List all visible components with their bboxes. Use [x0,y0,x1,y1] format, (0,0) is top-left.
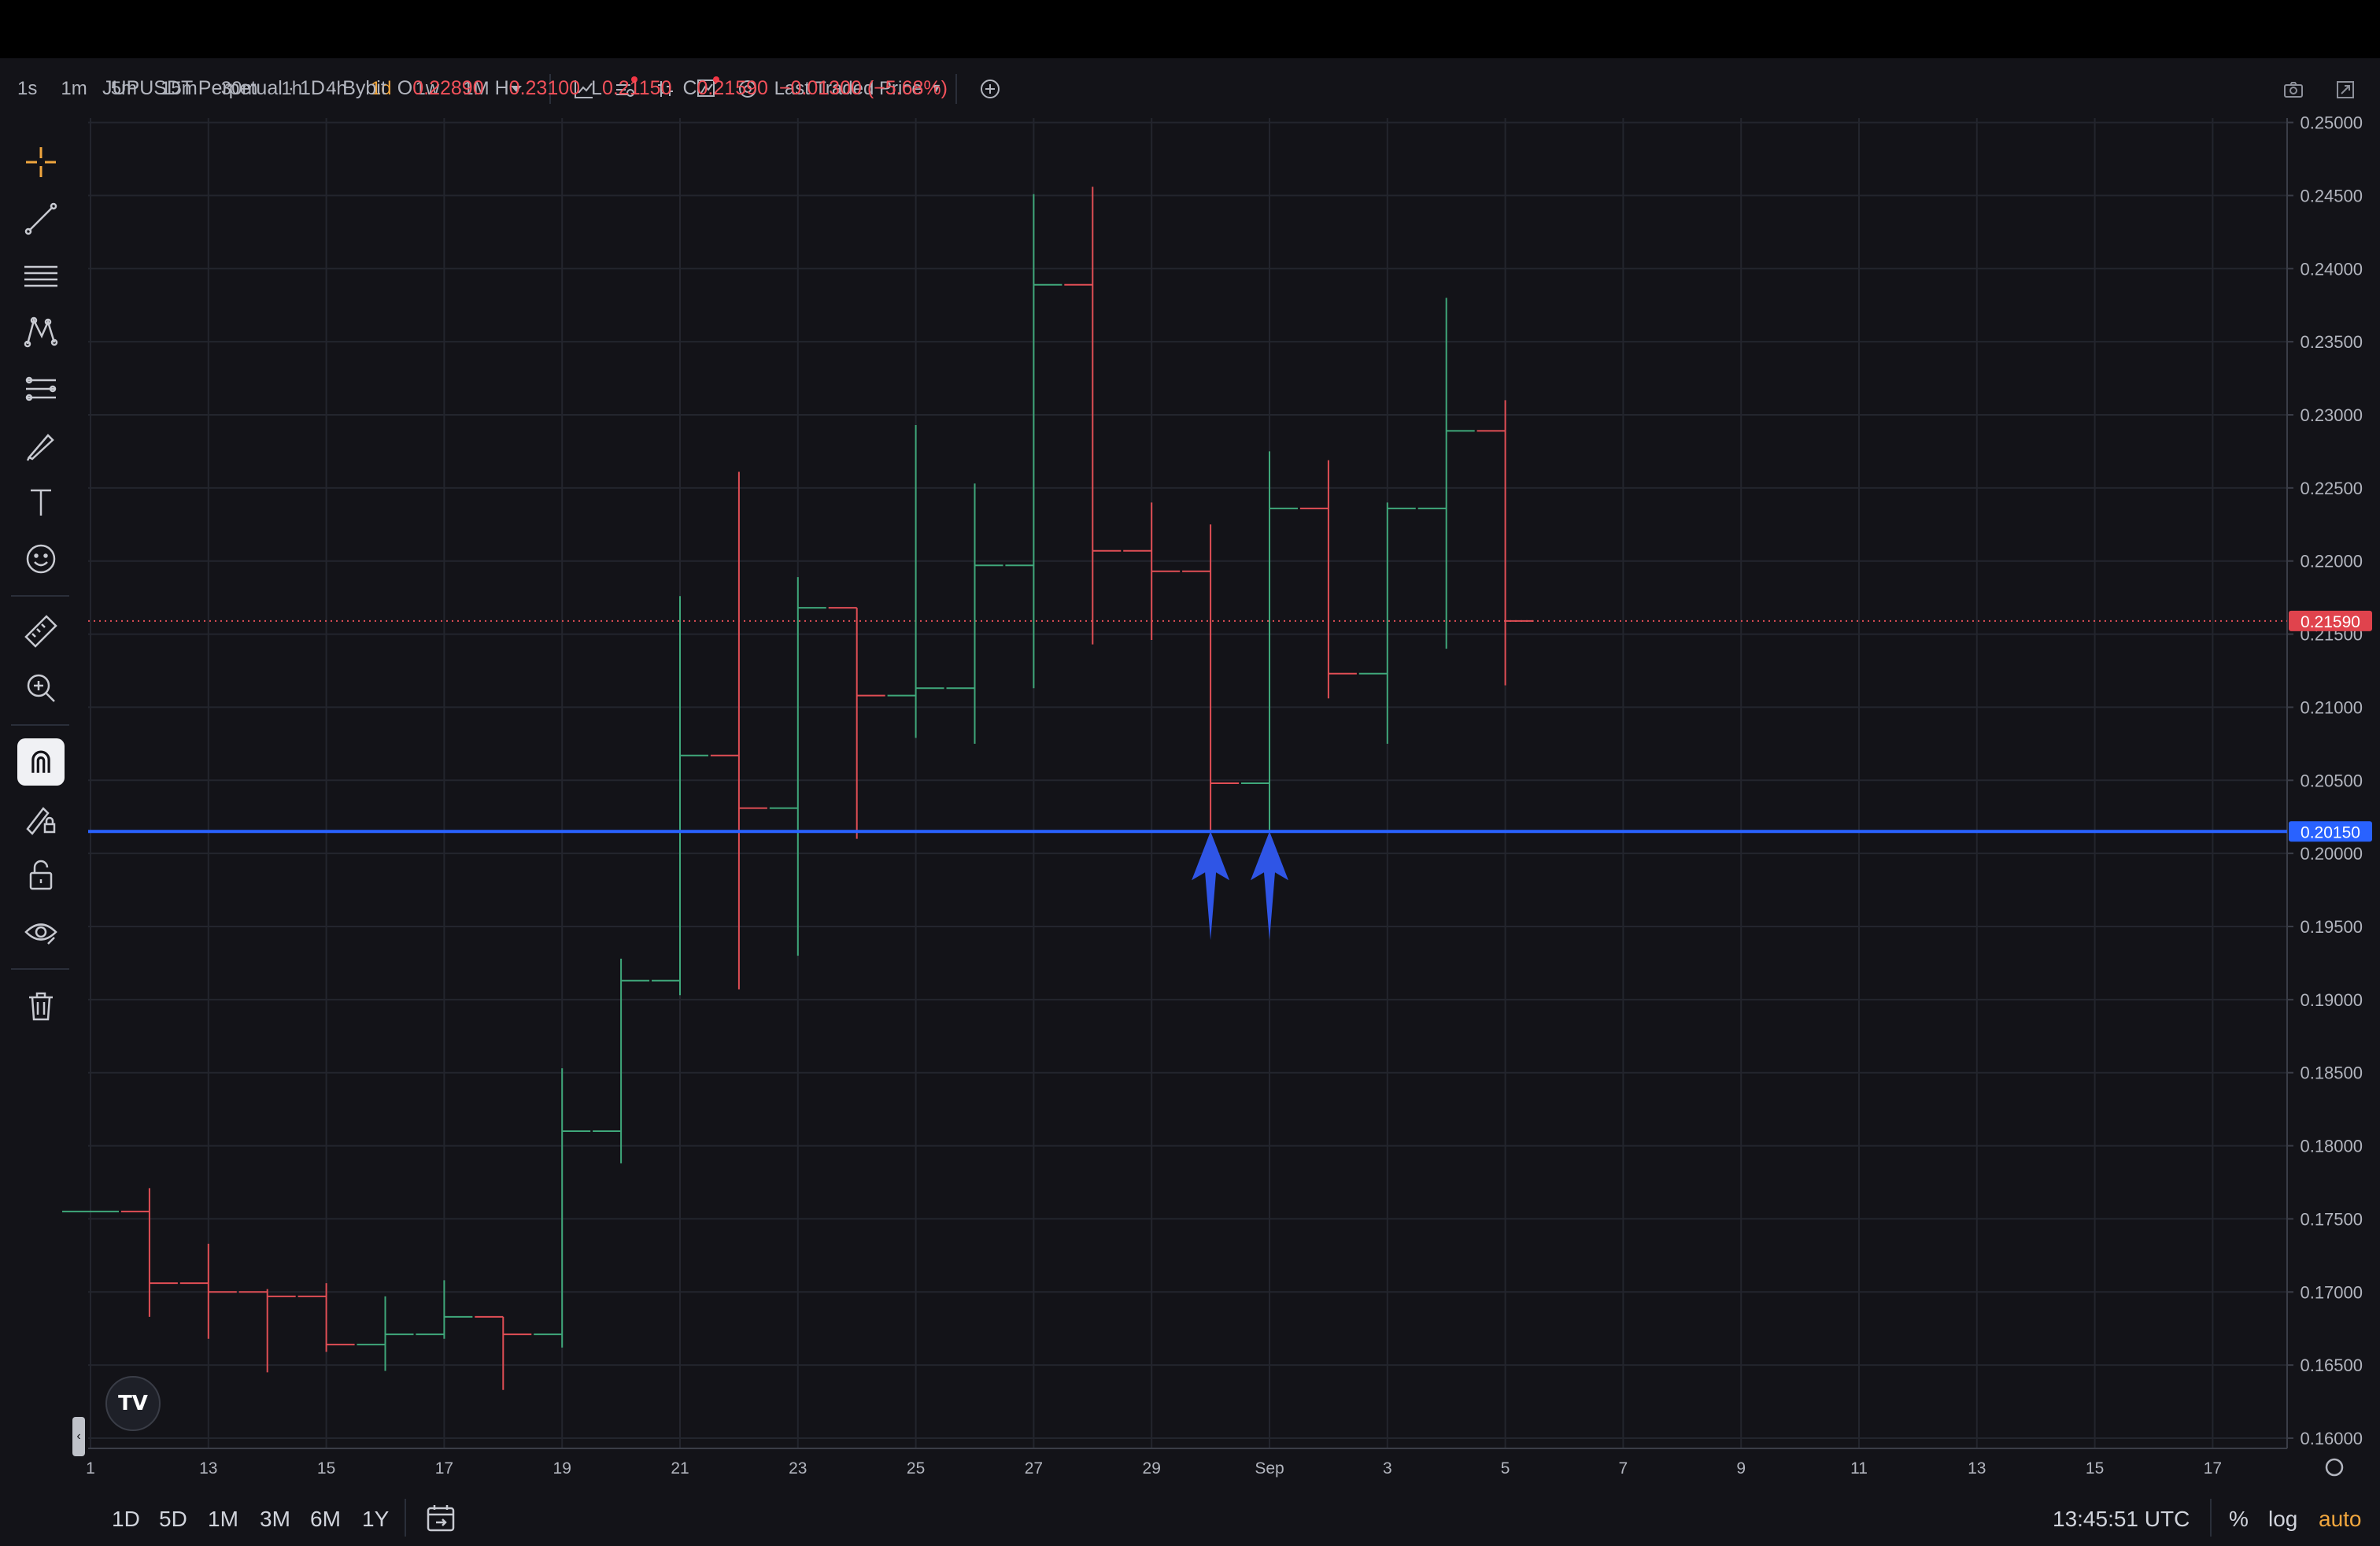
range-6M[interactable]: 6M [310,1507,341,1532]
y-tick-label: 0.23500 [2300,332,2363,352]
chart-grid [88,118,2287,1448]
range-1M[interactable]: 1M [208,1507,238,1532]
log-toggle[interactable]: log [2268,1507,2297,1532]
range-3M[interactable]: 3M [260,1507,290,1532]
y-tick-label: 0.17000 [2300,1282,2363,1302]
percent-toggle[interactable]: % [2229,1507,2249,1532]
y-tick-label: 0.21000 [2300,697,2363,717]
bottom-divider [405,1499,406,1537]
range-1D[interactable]: 1D [112,1507,140,1532]
y-tick-label: 0.18500 [2300,1063,2363,1083]
y-tick-label: 0.16000 [2300,1429,2363,1448]
auto-toggle[interactable]: auto [2319,1507,2362,1532]
symbol-legend: JUPUSDT Perpetual · 1D · Bybit O0.22890 H0… [102,77,948,100]
plot-area [88,118,2287,1448]
y-tick-label: 0.22000 [2300,552,2363,571]
tradingview-logo[interactable]: TV [105,1376,161,1431]
y-tick-label: 0.24500 [2300,186,2363,205]
clock[interactable]: 13:45:51 UTC [2053,1507,2190,1532]
range-1Y[interactable]: 1Y [362,1507,389,1532]
y-tick-label: 0.23000 [2300,405,2363,425]
high-label: H [494,77,509,99]
y-tick-label: 0.18000 [2300,1137,2363,1156]
open-value: 0.22890 [412,77,484,99]
horizontal-line-label: 0.20150 [2301,823,2360,841]
close-label: C [682,77,697,99]
collapse-toolbar-button[interactable]: ‹ [72,1417,85,1456]
y-tick-label: 0.24000 [2300,259,2363,279]
go-to-date-icon[interactable] [425,1502,458,1535]
y-tick-label: 0.17500 [2300,1209,2363,1229]
y-tick-label: 0.20000 [2300,844,2363,864]
y-tick-label: 0.22500 [2300,479,2363,498]
high-value: 0.23100 [508,77,581,99]
y-tick-label: 0.19000 [2300,990,2363,1010]
range-5D[interactable]: 5D [159,1507,187,1532]
open-label: O [397,77,413,99]
chart-canvas[interactable]: 0.16000 0.16500 0.17000 0.17500 0.18000 0.185… [0,0,2380,1546]
y-tick-label: 0.25000 [2300,113,2363,133]
last-price-label: 0.21590 [2301,613,2360,631]
price-labels: 0.21590 0.20150 [2289,610,2372,842]
y-tick-label: 0.20500 [2300,771,2363,790]
close-value: 0.21590 [697,77,768,99]
low-value: 0.21150 [601,77,672,99]
bottom-divider [2210,1499,2212,1537]
symbol-title[interactable]: JUPUSDT Perpetual · 1D · Bybit [102,77,386,99]
y-tick-label: 0.16500 [2300,1356,2363,1375]
low-label: L [591,77,602,99]
change-value: −0.01300 (−5.68%) [778,77,948,99]
y-tick-label: 0.19500 [2300,917,2363,937]
bottom-toolbar [0,1464,2380,1546]
